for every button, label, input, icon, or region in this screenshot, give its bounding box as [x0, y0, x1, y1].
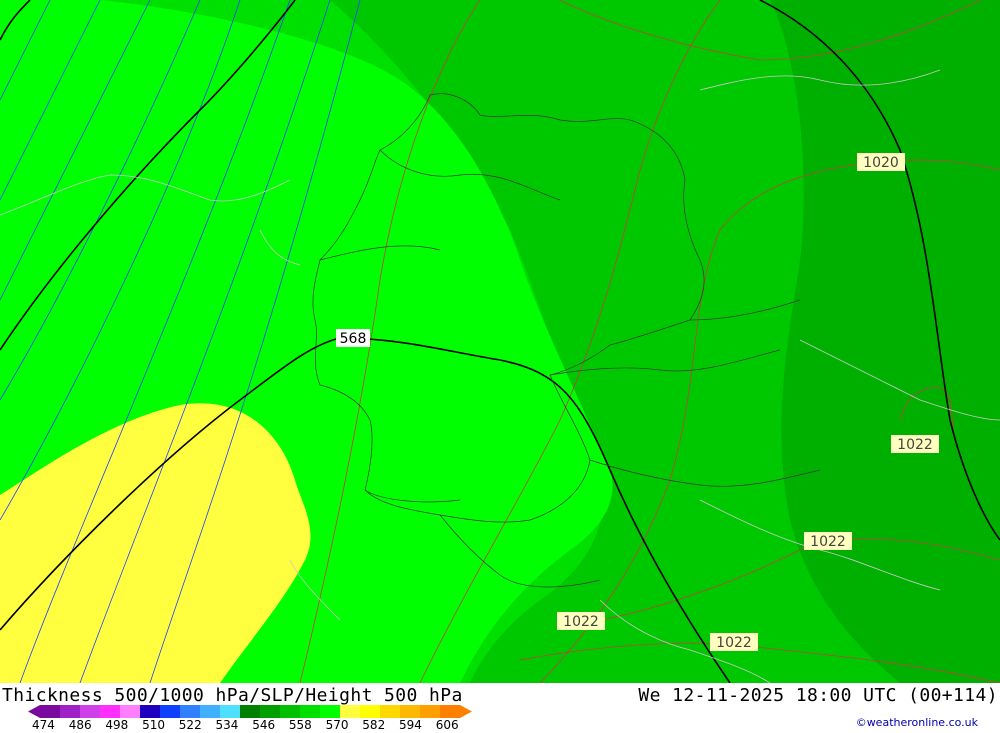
slp-label-1022-bottom: 1022: [710, 633, 758, 651]
legend-color-bar: [28, 705, 472, 718]
legend-label: 510: [142, 718, 165, 732]
legend-swatch: [120, 705, 141, 718]
legend-swatch: [440, 705, 461, 718]
color-legend: 474 486 498 510 522 534 546 558 570 582 594 606: [28, 705, 478, 733]
legend-label: 570: [325, 718, 349, 732]
svg-text:568: 568: [340, 331, 367, 347]
legend-swatch: [220, 705, 241, 718]
legend-label: 498: [105, 718, 129, 732]
legend-swatch: [180, 705, 201, 718]
legend-arrow-right: [460, 705, 472, 718]
svg-text:1022: 1022: [810, 534, 846, 550]
svg-text:1022: 1022: [897, 437, 933, 453]
legend-swatch: [340, 705, 361, 718]
credit-link[interactable]: ©weatheronline.co.uk: [856, 716, 978, 729]
legend-labels: 474 486 498 510 522 534 546 558 570 582 594 606: [28, 718, 508, 733]
slp-label-1022-east: 1022: [891, 435, 939, 453]
legend-label: 474: [32, 718, 55, 732]
svg-text:1022: 1022: [716, 635, 752, 651]
legend-swatch: [400, 705, 421, 718]
legend-swatch: [280, 705, 301, 718]
map-title: Thickness 500/1000 hPa/SLP/Height 500 hP…: [2, 685, 463, 706]
valid-datetime: We 12-11-2025 18:00 UTC (00+114): [638, 685, 998, 706]
slp-label-1022-southeast: 1022: [804, 532, 852, 550]
legend-swatch: [140, 705, 161, 718]
legend-swatch: [40, 705, 61, 718]
footer: Thickness 500/1000 hPa/SLP/Height 500 hP…: [0, 683, 1000, 733]
legend-label: 594: [399, 718, 422, 732]
legend-swatch: [80, 705, 101, 718]
legend-arrow-left: [28, 705, 40, 718]
weather-map: 1020 1022 1022 1022 1022 568: [0, 0, 1000, 683]
slp-label-1022-south: 1022: [557, 612, 605, 630]
legend-label: 522: [178, 718, 202, 732]
legend-label: 486: [68, 718, 92, 732]
legend-swatch: [420, 705, 441, 718]
legend-swatch: [320, 705, 341, 718]
height-label-568: 568: [336, 329, 370, 347]
legend-swatch: [260, 705, 281, 718]
svg-text:1020: 1020: [863, 155, 899, 171]
legend-label: 606: [435, 718, 459, 732]
legend-label: 546: [252, 718, 276, 732]
legend-swatch: [360, 705, 381, 718]
legend-swatch: [60, 705, 81, 718]
legend-swatch: [100, 705, 121, 718]
legend-label: 582: [362, 718, 386, 732]
legend-swatch: [160, 705, 181, 718]
slp-label-1020: 1020: [857, 153, 905, 171]
legend-swatch: [300, 705, 321, 718]
legend-label: 558: [288, 718, 312, 732]
legend-swatch: [200, 705, 221, 718]
legend-swatch: [240, 705, 261, 718]
svg-text:1022: 1022: [563, 614, 599, 630]
legend-swatch: [380, 705, 401, 718]
legend-label: 534: [215, 718, 239, 732]
